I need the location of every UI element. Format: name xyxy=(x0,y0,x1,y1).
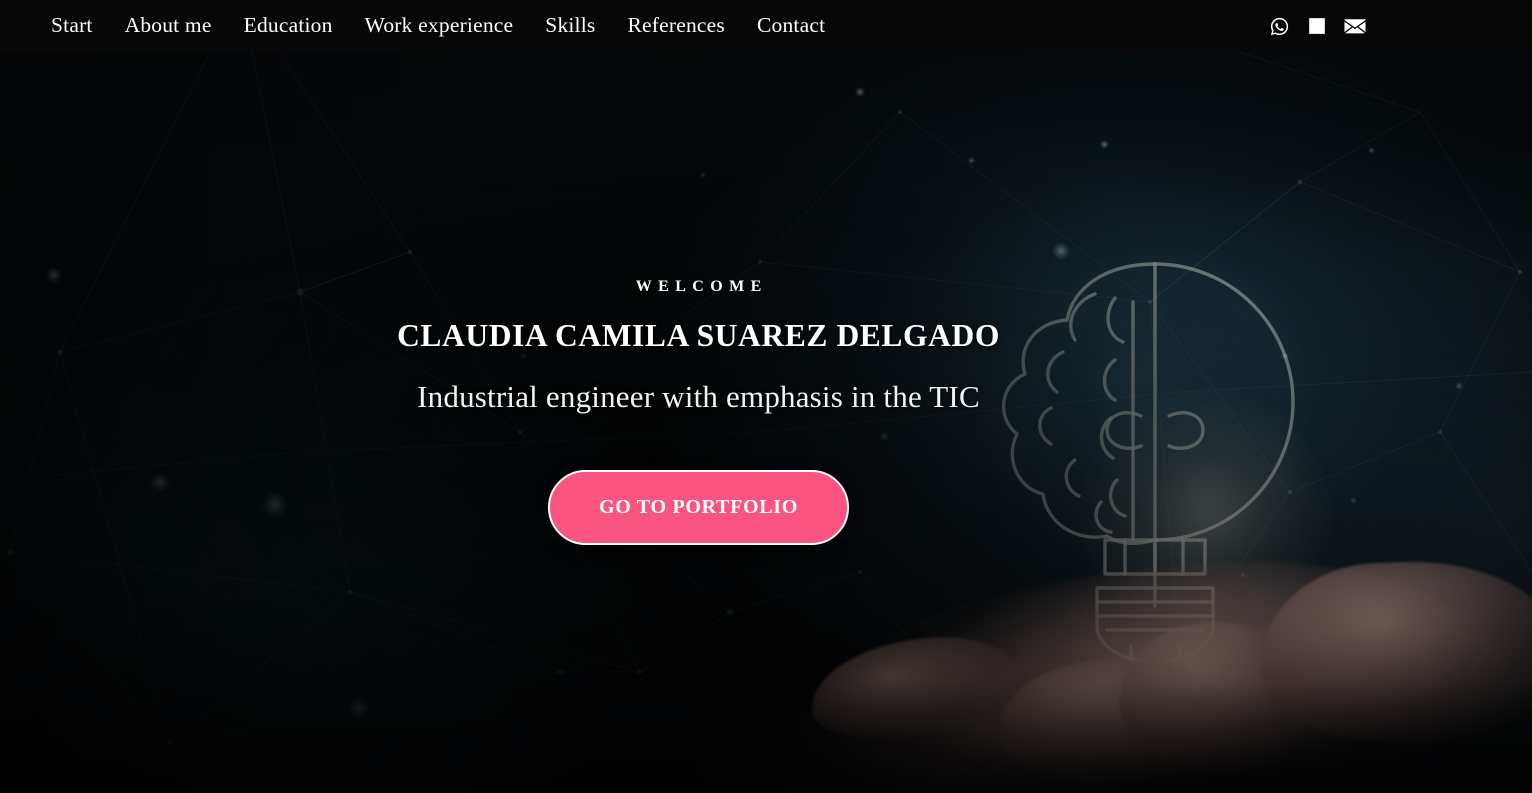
top-navigation-bar: Start About me Education Work experience… xyxy=(0,0,1532,52)
nav-link-references[interactable]: References xyxy=(611,15,741,37)
social-links xyxy=(1268,15,1366,37)
hero-content: WELCOME CLAUDIA CAMILA SUAREZ DELGADO In… xyxy=(0,52,1397,793)
hero-subtitle: Industrial engineer with emphasis in the… xyxy=(417,379,980,414)
nav-link-work-experience[interactable]: Work experience xyxy=(349,15,530,37)
go-to-portfolio-button[interactable]: GO TO PORTFOLIO xyxy=(547,470,850,545)
linkedin-icon[interactable] xyxy=(1306,15,1328,37)
envelope-icon[interactable] xyxy=(1344,15,1366,37)
nav-links: Start About me Education Work experience… xyxy=(51,15,841,37)
nav-link-skills[interactable]: Skills xyxy=(529,15,611,37)
nav-link-about-me[interactable]: About me xyxy=(109,15,228,37)
hero-eyebrow: WELCOME xyxy=(635,278,768,295)
page-root: Start About me Education Work experience… xyxy=(0,0,1532,793)
whatsapp-icon[interactable] xyxy=(1268,15,1290,37)
nav-link-start[interactable]: Start xyxy=(51,15,109,37)
nav-link-education[interactable]: Education xyxy=(228,15,349,37)
nav-link-contact[interactable]: Contact xyxy=(741,15,841,37)
hero-section: WELCOME CLAUDIA CAMILA SUAREZ DELGADO In… xyxy=(0,52,1532,793)
hero-title: CLAUDIA CAMILA SUAREZ DELGADO xyxy=(397,318,1000,353)
